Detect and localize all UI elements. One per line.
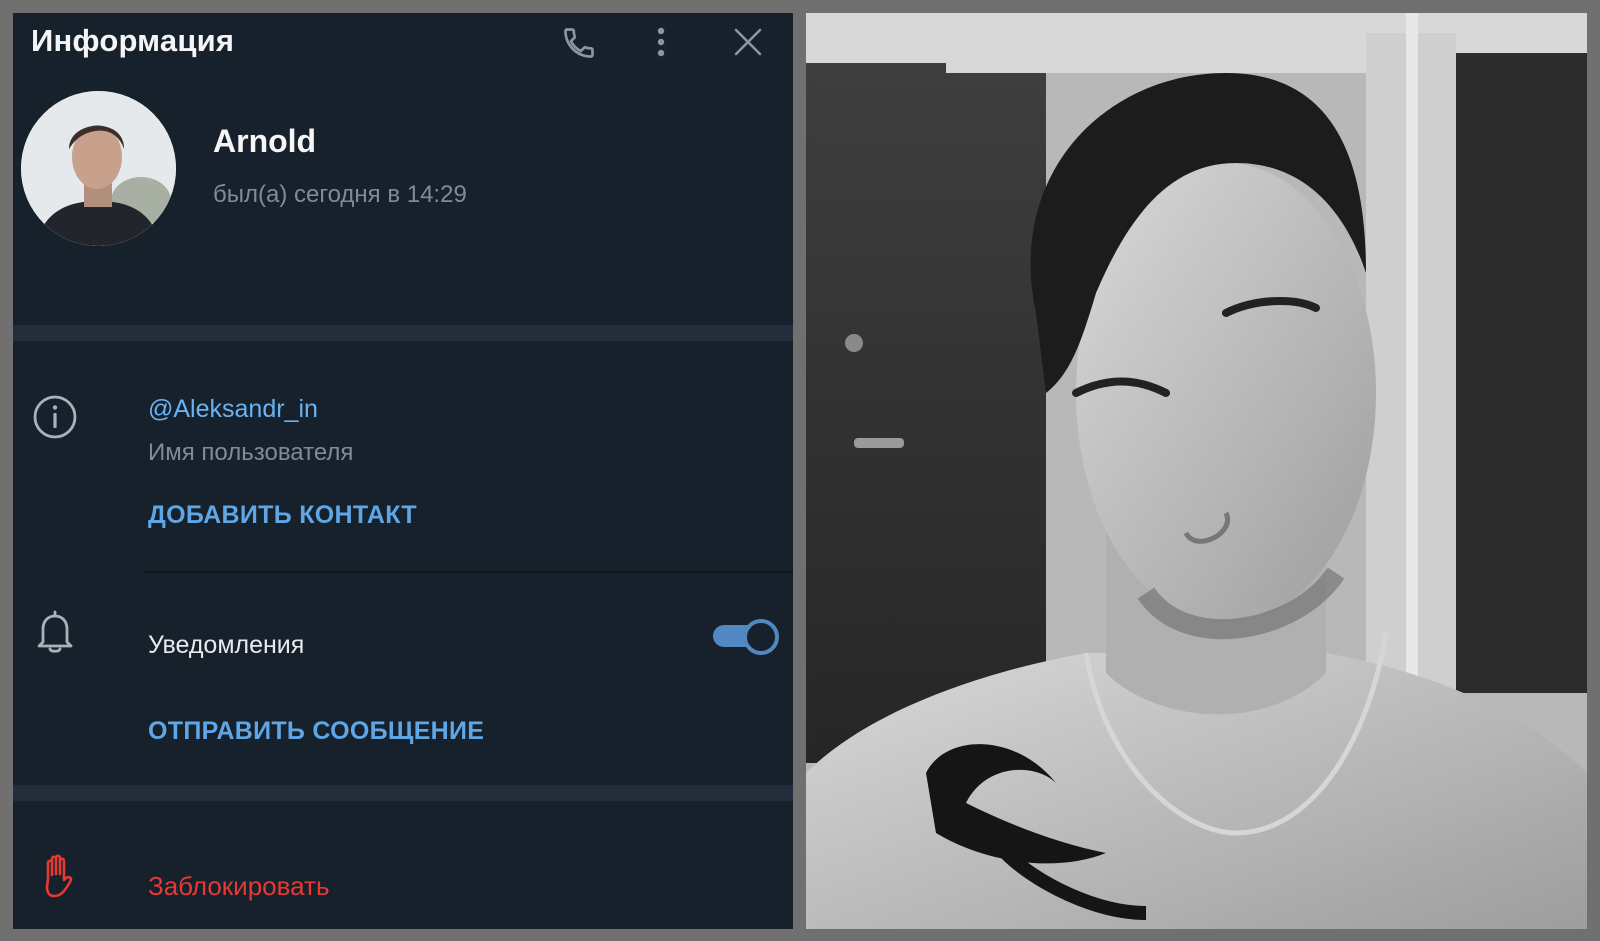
section-separator [13, 785, 793, 801]
bell-icon [37, 610, 73, 653]
block-user-button[interactable]: Заблокировать [148, 871, 330, 902]
last-seen-status: был(а) сегодня в 14:29 [213, 181, 467, 208]
notifications-label: Уведомления [148, 631, 305, 659]
username-caption: Имя пользователя [148, 439, 354, 466]
notifications-toggle[interactable] [713, 617, 779, 655]
toggle-knob [743, 619, 779, 655]
section-separator [13, 325, 793, 341]
more-vertical-icon[interactable] [649, 23, 673, 63]
panel-title: Информация [31, 23, 235, 58]
panel-header: Информация [13, 13, 793, 73]
username-link[interactable]: @Aleksandr_in [148, 395, 318, 424]
send-message-button[interactable]: ОТПРАВИТЬ СООБЩЕНИЕ [148, 717, 484, 746]
profile-name: Arnold [213, 123, 317, 159]
phone-icon[interactable] [561, 25, 597, 61]
add-contact-button[interactable]: ДОБАВИТЬ КОНТАКТ [148, 501, 417, 530]
block-hand-icon [45, 854, 73, 898]
info-icon [33, 395, 77, 439]
row-divider [143, 571, 793, 573]
profile-photo-fullsize [806, 13, 1587, 929]
user-info-panel: Информация Arnold был(а) сегодня в 14:29 [13, 13, 793, 929]
close-icon[interactable] [733, 27, 763, 57]
profile-avatar[interactable] [21, 91, 176, 246]
